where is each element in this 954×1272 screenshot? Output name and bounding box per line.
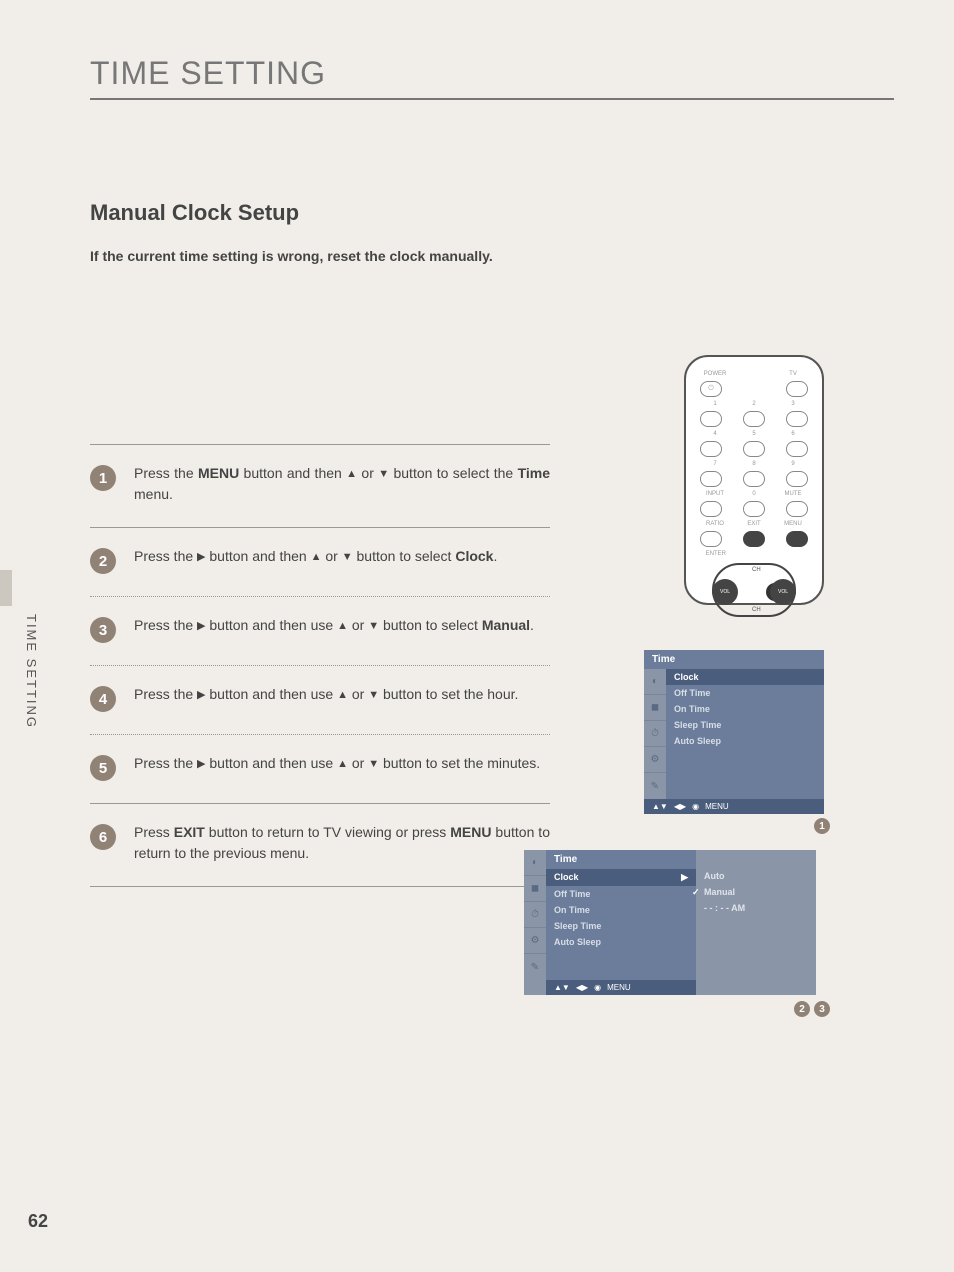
step-badge: 1 — [90, 465, 116, 491]
step-6: 6 Press EXIT button to return to TV view… — [90, 803, 550, 887]
step-2: 2 Press the ▶ button and then ▲ or ▼ but… — [90, 527, 550, 596]
osd2-badge-b: 3 — [814, 1001, 830, 1017]
osd2-badge-a: 2 — [794, 1001, 810, 1017]
step-5: 5 Press the ▶ button and then use ▲ or ▼… — [90, 734, 550, 803]
osd-screenshot-1: Time ◐◼⏱⚙✎ Clock Off Time On Time Sleep … — [644, 650, 824, 814]
step-3: 3 Press the ▶ button and then use ▲ or ▼… — [90, 596, 550, 665]
power-button: ⏻ — [700, 381, 722, 397]
page-title: TIME SETTING — [90, 55, 894, 100]
exit-button — [743, 531, 765, 547]
osd1-badge: 1 — [814, 818, 830, 834]
step-1: 1 Press the MENU button and then ▲ or ▼ … — [90, 444, 550, 527]
page-number: 62 — [28, 1211, 48, 1232]
step-text: Press the MENU button and then ▲ or ▼ bu… — [134, 463, 550, 505]
section-title: Manual Clock Setup — [90, 200, 894, 226]
osd-screenshot-2: ◐◼⏱⚙✎ Time Clock▶ Off Time On Time Sleep… — [524, 850, 824, 995]
remote-illustration: POWER TV ⏻ 123 456 789 INPUT0MUTE RATIOE… — [684, 355, 824, 605]
tv-button — [786, 381, 808, 397]
intro-text: If the current time setting is wrong, re… — [90, 248, 894, 264]
menu-button — [786, 531, 808, 547]
steps-list: 1 Press the MENU button and then ▲ or ▼ … — [90, 444, 550, 887]
dpad: CH CH VOL VOL — [712, 563, 796, 617]
side-tab: TIME SETTING — [0, 570, 28, 870]
step-4: 4 Press the ▶ button and then use ▲ or ▼… — [90, 665, 550, 734]
